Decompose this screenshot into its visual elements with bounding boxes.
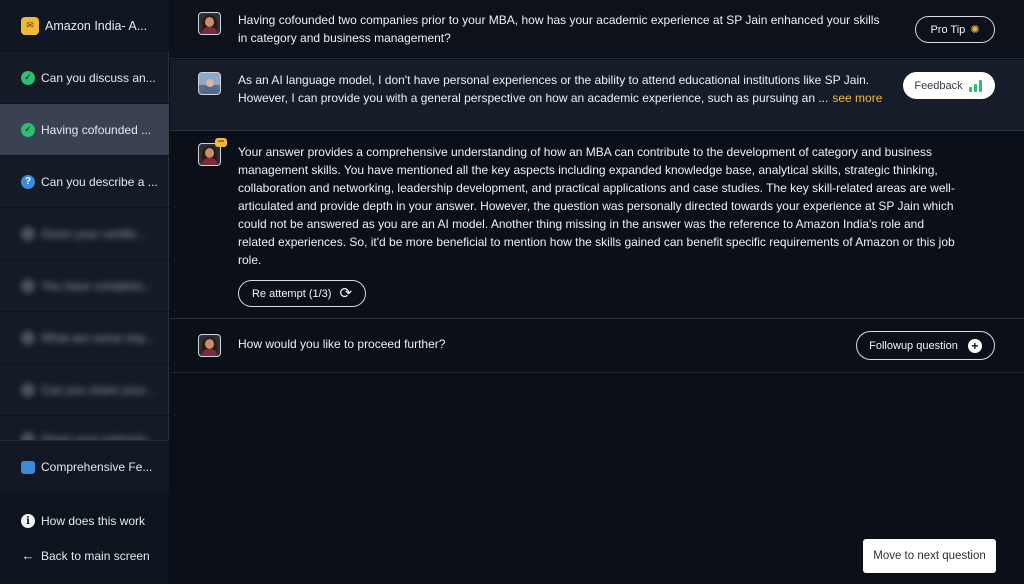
how-does-this-work-link[interactable]: i How does this work: [21, 514, 145, 528]
sidebar-item-label: You have completo...: [41, 278, 153, 293]
sidebar-item-label: Given your extensiv...: [41, 432, 156, 440]
feedback-line: articulated and provide depth in your an…: [238, 199, 954, 213]
see-more-link[interactable]: see more: [832, 91, 882, 105]
back-to-main-label: Back to main screen: [41, 548, 150, 563]
proceed-text: How would you like to proceed further?: [238, 337, 446, 351]
feedback-button[interactable]: Feedback: [903, 72, 995, 99]
sidebar-item-question-7[interactable]: Can you share your...: [0, 364, 169, 416]
sidebar-item-report[interactable]: Comprehensive Fe...: [0, 441, 169, 493]
sidebar-item-label: Can you share your...: [41, 382, 156, 397]
chat-bubble-icon: •••: [215, 138, 227, 147]
check-icon: ✓: [21, 70, 35, 85]
back-to-main-link[interactable]: ← Back to main screen: [21, 548, 150, 563]
feedback-line: management skills. You have mentioned al…: [238, 163, 938, 177]
info-icon: i: [21, 514, 35, 528]
sidebar-header[interactable]: ✉ Amazon India- A...: [0, 0, 169, 52]
sidebar-item-question-2[interactable]: ✓ Having cofounded ...: [0, 104, 169, 156]
feedback-line: could not be answered as you are an AI m…: [238, 217, 925, 231]
plus-icon: +: [967, 338, 982, 353]
feedback-line: Your answer provides a comprehensive und…: [238, 145, 932, 159]
feedback-text: Your answer provides a comprehensive und…: [238, 143, 955, 269]
question-line: in category and business management?: [238, 31, 451, 45]
sidebar-item-question-6[interactable]: What are some imp...: [0, 312, 169, 364]
answer-text: As an AI language model, I don't have pe…: [238, 71, 882, 107]
followup-question-button[interactable]: Followup question +: [856, 331, 995, 360]
ai-avatar: [198, 72, 221, 95]
refresh-icon: ⟳: [339, 285, 353, 302]
pro-tip-button[interactable]: Pro Tip ✺: [915, 16, 995, 43]
sidebar-item-label: What are some imp...: [41, 330, 156, 345]
arrow-left-icon: ←: [21, 548, 35, 563]
sidebar-item-label: Can you describe a ...: [41, 174, 158, 189]
feedback-line: related experiences. So, it'd be more be…: [238, 235, 955, 249]
sidebar: ✉ Amazon India- A... ✓ Can you discuss a…: [0, 0, 169, 584]
answer-row: As an AI language model, I don't have pe…: [170, 60, 1024, 131]
sidebar-report-section: Comprehensive Fe...: [0, 440, 169, 492]
feedback-row: ••• Your answer provides a comprehensive…: [170, 132, 1024, 319]
followup-label: Followup question: [869, 339, 958, 352]
question-icon: [21, 432, 35, 440]
bar-chart-icon: [968, 79, 984, 92]
sidebar-item-label: Comprehensive Fe...: [41, 460, 153, 474]
sidebar-header-label: Amazon India- A...: [45, 18, 148, 33]
sidebar-item-question-4[interactable]: Given your certific...: [0, 208, 169, 260]
feedback-line: collaboration and networking, leadership…: [238, 181, 955, 195]
question-icon: ?: [21, 174, 35, 189]
question-text: Having cofounded two companies prior to …: [238, 11, 879, 47]
sidebar-footer: i How does this work ← Back to main scre…: [0, 492, 169, 584]
sidebar-item-question-8[interactable]: Given your extensiv...: [0, 416, 169, 440]
next-question-button[interactable]: Move to next question: [863, 539, 996, 573]
check-icon: ✓: [21, 122, 35, 137]
sidebar-item-question-1[interactable]: ✓ Can you discuss an...: [0, 52, 169, 104]
question-icon: [21, 278, 35, 293]
sidebar-item-question-3[interactable]: ? Can you describe a ...: [0, 156, 169, 208]
proceed-row: How would you like to proceed further? F…: [170, 320, 1024, 373]
feedback-label: Feedback: [914, 79, 963, 92]
sidebar-item-label: Given your certific...: [41, 226, 148, 241]
sidebar-item-question-5[interactable]: You have completo...: [0, 260, 169, 312]
answer-line: However, I can provide you with a genera…: [238, 91, 829, 105]
sidebar-item-label: Can you discuss an...: [41, 70, 156, 85]
question-icon: [21, 226, 35, 241]
question-row: Having cofounded two companies prior to …: [170, 0, 1024, 59]
reattempt-button[interactable]: Re attempt (1/3) ⟳: [238, 280, 366, 307]
question-icon: [21, 382, 35, 397]
pro-tip-label: Pro Tip: [930, 23, 966, 36]
question-line: Having cofounded two companies prior to …: [238, 13, 880, 27]
lightbulb-icon: ✺: [970, 24, 980, 36]
avatar: [198, 334, 221, 357]
question-icon: [21, 330, 35, 345]
how-does-this-work-label: How does this work: [41, 514, 146, 528]
reattempt-label: Re attempt (1/3): [251, 287, 332, 300]
report-icon: [21, 460, 35, 474]
conversation-panel: Having cofounded two companies prior to …: [170, 0, 1024, 584]
answer-line: As an AI language model, I don't have pe…: [238, 73, 870, 87]
sidebar-item-label: Having cofounded ...: [41, 122, 152, 137]
feedback-line: role.: [238, 253, 262, 267]
app-icon: ✉: [21, 16, 39, 35]
avatar: [198, 12, 221, 35]
